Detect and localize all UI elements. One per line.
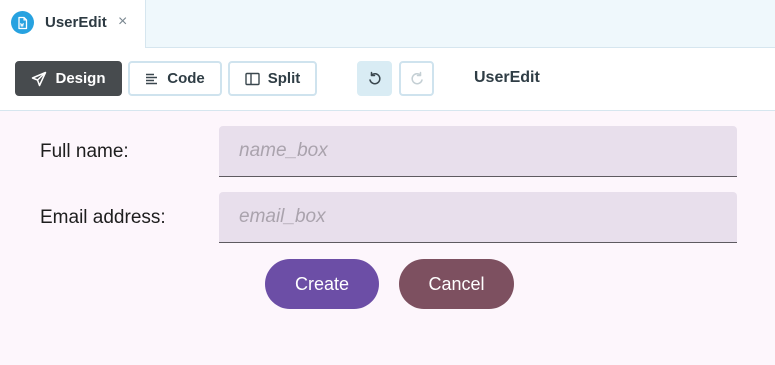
tab-useredit[interactable]: UserEdit ×: [0, 0, 146, 48]
name-input[interactable]: [219, 126, 737, 177]
tab-bar: UserEdit ×: [0, 0, 775, 48]
tab-title: UserEdit: [45, 14, 107, 31]
toolbar: Design Code Split UserEdit: [0, 48, 775, 111]
paper-plane-icon: [32, 71, 47, 86]
email-input[interactable]: [219, 192, 737, 243]
document-icon: [11, 11, 34, 34]
split-label: Split: [267, 70, 301, 87]
document-title: UserEdit: [474, 69, 540, 86]
code-label: Code: [167, 70, 205, 87]
email-address-label: Email address:: [40, 207, 166, 228]
text-lines-icon: [146, 73, 158, 84]
cancel-button[interactable]: Cancel: [399, 259, 514, 309]
redo-icon: [410, 71, 423, 84]
split-button[interactable]: Split: [228, 61, 317, 96]
close-icon[interactable]: ×: [118, 13, 127, 31]
split-panel-icon: [245, 72, 260, 85]
undo-button[interactable]: [357, 61, 392, 96]
create-button[interactable]: Create: [265, 259, 379, 309]
full-name-label: Full name:: [40, 141, 129, 162]
design-label: Design: [55, 70, 106, 87]
redo-button[interactable]: [399, 61, 434, 96]
code-button[interactable]: Code: [128, 61, 222, 96]
design-button[interactable]: Design: [15, 61, 122, 96]
undo-icon: [368, 71, 381, 84]
